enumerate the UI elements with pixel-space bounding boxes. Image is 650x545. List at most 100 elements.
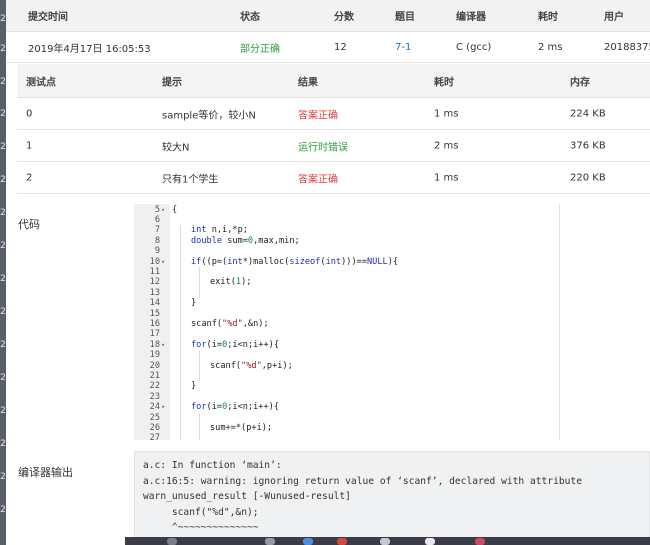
fold-arrow-icon[interactable]: ▾ [161,340,165,350]
code-line: 20 scanf("%d",p+i); [134,361,559,371]
problem-link[interactable]: 7-1 [395,42,411,53]
left-gutter-glyph: 2 [0,77,6,87]
line-number: 27 [149,433,160,440]
code-line: 15 [134,308,559,319]
taskbar-app-icon[interactable] [303,538,313,545]
compiler-output-box[interactable]: a.c: In function ‘main’: a.c:16:5: warni… [134,451,650,545]
fold-arrow-icon[interactable]: ▾ [161,257,165,267]
case-hint: 较大N [162,142,190,153]
taskbar-app-icon[interactable] [425,538,435,545]
left-gutter-glyph: 2 [0,109,6,119]
line-number: 13 [149,287,160,298]
submission-row: 2019年4月17日 16:05:53 部分正确 12 7-1 C (gcc) … [6,32,650,63]
test-case-row: 2 只有1个学生 答案正确 1 ms 220 KB [17,162,650,194]
line-number: 6 [154,214,160,225]
taskbar-app-icon[interactable] [475,538,485,545]
submission-status: 部分正确 [240,43,280,55]
case-id: 2 [26,172,33,183]
line-number: 25 [149,412,160,423]
submission-user: 20188375 [604,41,650,53]
submission-score: 12 [334,41,347,53]
line-number: 17 [149,329,160,340]
code-line: 10 ▾ if((p=(int*)malloc(sizeof(int)))==NUL… [134,256,559,267]
indent-guide [199,350,200,382]
code-line: 17 [134,329,559,340]
case-hint: sample等价，较小N [162,110,256,121]
line-number: 18 [149,339,160,350]
taskbar-app-icon[interactable] [337,538,347,545]
line-number: 11 [149,266,160,277]
test-case-table: 测试点 提示 结果 耗时 内存 0 sample等价，较小N 答案正确 1 ms… [17,64,650,194]
line-number: 15 [149,308,160,319]
code-line: 19 [134,350,559,361]
fold-arrow-icon[interactable]: ▾ [161,205,165,215]
code-text: for(i=0;i<n;i++){ [191,339,279,350]
code-line: 7 int n,i,*p; [134,225,559,236]
compiler-output-label: 编译器输出 [18,466,73,479]
code-line: 16 scanf("%d",&n); [134,318,559,329]
code-viewer[interactable]: 5 ▾{6 7 int n,i,*p; 8 double sum=0,max,min; 9 1… [134,204,560,440]
code-line: 21 [134,371,559,381]
left-gutter-glyph: 2 [0,439,6,449]
case-memory: 220 KB [570,172,606,183]
left-gutter-strip: 2 2 2 2 2 2 2 2 2 2 2 2 2 2 2 2 [0,0,6,545]
submission-table-header: 提交时间 状态 分数 题目 编译器 耗时 用户 [6,0,650,32]
case-id: 0 [26,108,33,119]
line-number: 9 [154,246,160,257]
line-number: 10 [149,256,160,267]
line-number: 8 [154,235,160,246]
code-text: exit(1); [210,277,252,288]
line-number: 23 [149,391,160,402]
case-time: 1 ms [434,108,459,119]
line-number: 5 [154,204,160,215]
line-number: 14 [149,298,160,309]
left-gutter-glyph: 2 [0,274,6,284]
compiler-output-text: a.c: In function ‘main’: a.c:16:5: warni… [143,460,582,534]
case-memory: 224 KB [570,108,606,119]
submission-compiler: C (gcc) [456,41,492,53]
fold-arrow-icon[interactable]: ▾ [161,402,165,412]
code-line: 14} [134,298,559,309]
header-case-id: 测试点 [26,77,56,88]
header-problem: 题目 [395,12,415,23]
code-line: 23 [134,391,559,402]
line-number: 16 [149,318,160,329]
left-gutter-glyph: 2 [0,142,6,152]
code-text: if((p=(int*)malloc(sizeof(int)))==NULL){ [191,256,399,267]
code-line: 25 [134,412,559,423]
taskbar-app-icon[interactable] [167,538,177,545]
line-number: 12 [149,277,160,288]
line-number: 22 [149,381,160,392]
code-text: } [191,298,197,309]
line-number: 7 [154,225,160,236]
header-status: 状态 [240,12,260,23]
header-elapsed: 耗时 [538,12,558,23]
header-hint: 提示 [162,77,182,88]
left-gutter-glyph: 2 [0,307,6,317]
code-line: 6 [134,214,559,225]
header-compiler: 编译器 [456,12,486,23]
case-time: 1 ms [434,172,459,183]
header-memory: 内存 [570,77,590,88]
taskbar-app-icon[interactable] [265,538,275,545]
header-case-time: 耗时 [434,77,454,88]
case-hint: 只有1个学生 [162,174,219,185]
indent-guide [199,412,200,440]
header-submit-time: 提交时间 [28,12,68,23]
test-case-row: 1 较大N 运行时错误 2 ms 376 KB [17,130,650,162]
taskbar-app-icon[interactable] [380,538,390,545]
case-result: 答案正确 [298,174,338,185]
code-line: 13 [134,287,559,298]
left-gutter-glyph: 2 [0,472,6,482]
left-gutter-glyph: 2 [0,241,6,251]
code-label: 代码 [18,218,40,231]
left-gutter-glyph: 2 [0,373,6,383]
case-time: 2 ms [434,140,459,151]
code-text: scanf("%d",&n); [191,318,269,329]
code-line: 9 [134,246,559,257]
code-line: 18 ▾ for(i=0;i<n;i++){ [134,339,559,350]
header-score: 分数 [334,12,354,23]
line-number: 19 [149,350,160,361]
line-number: 26 [149,422,160,433]
code-text: { [172,204,178,215]
